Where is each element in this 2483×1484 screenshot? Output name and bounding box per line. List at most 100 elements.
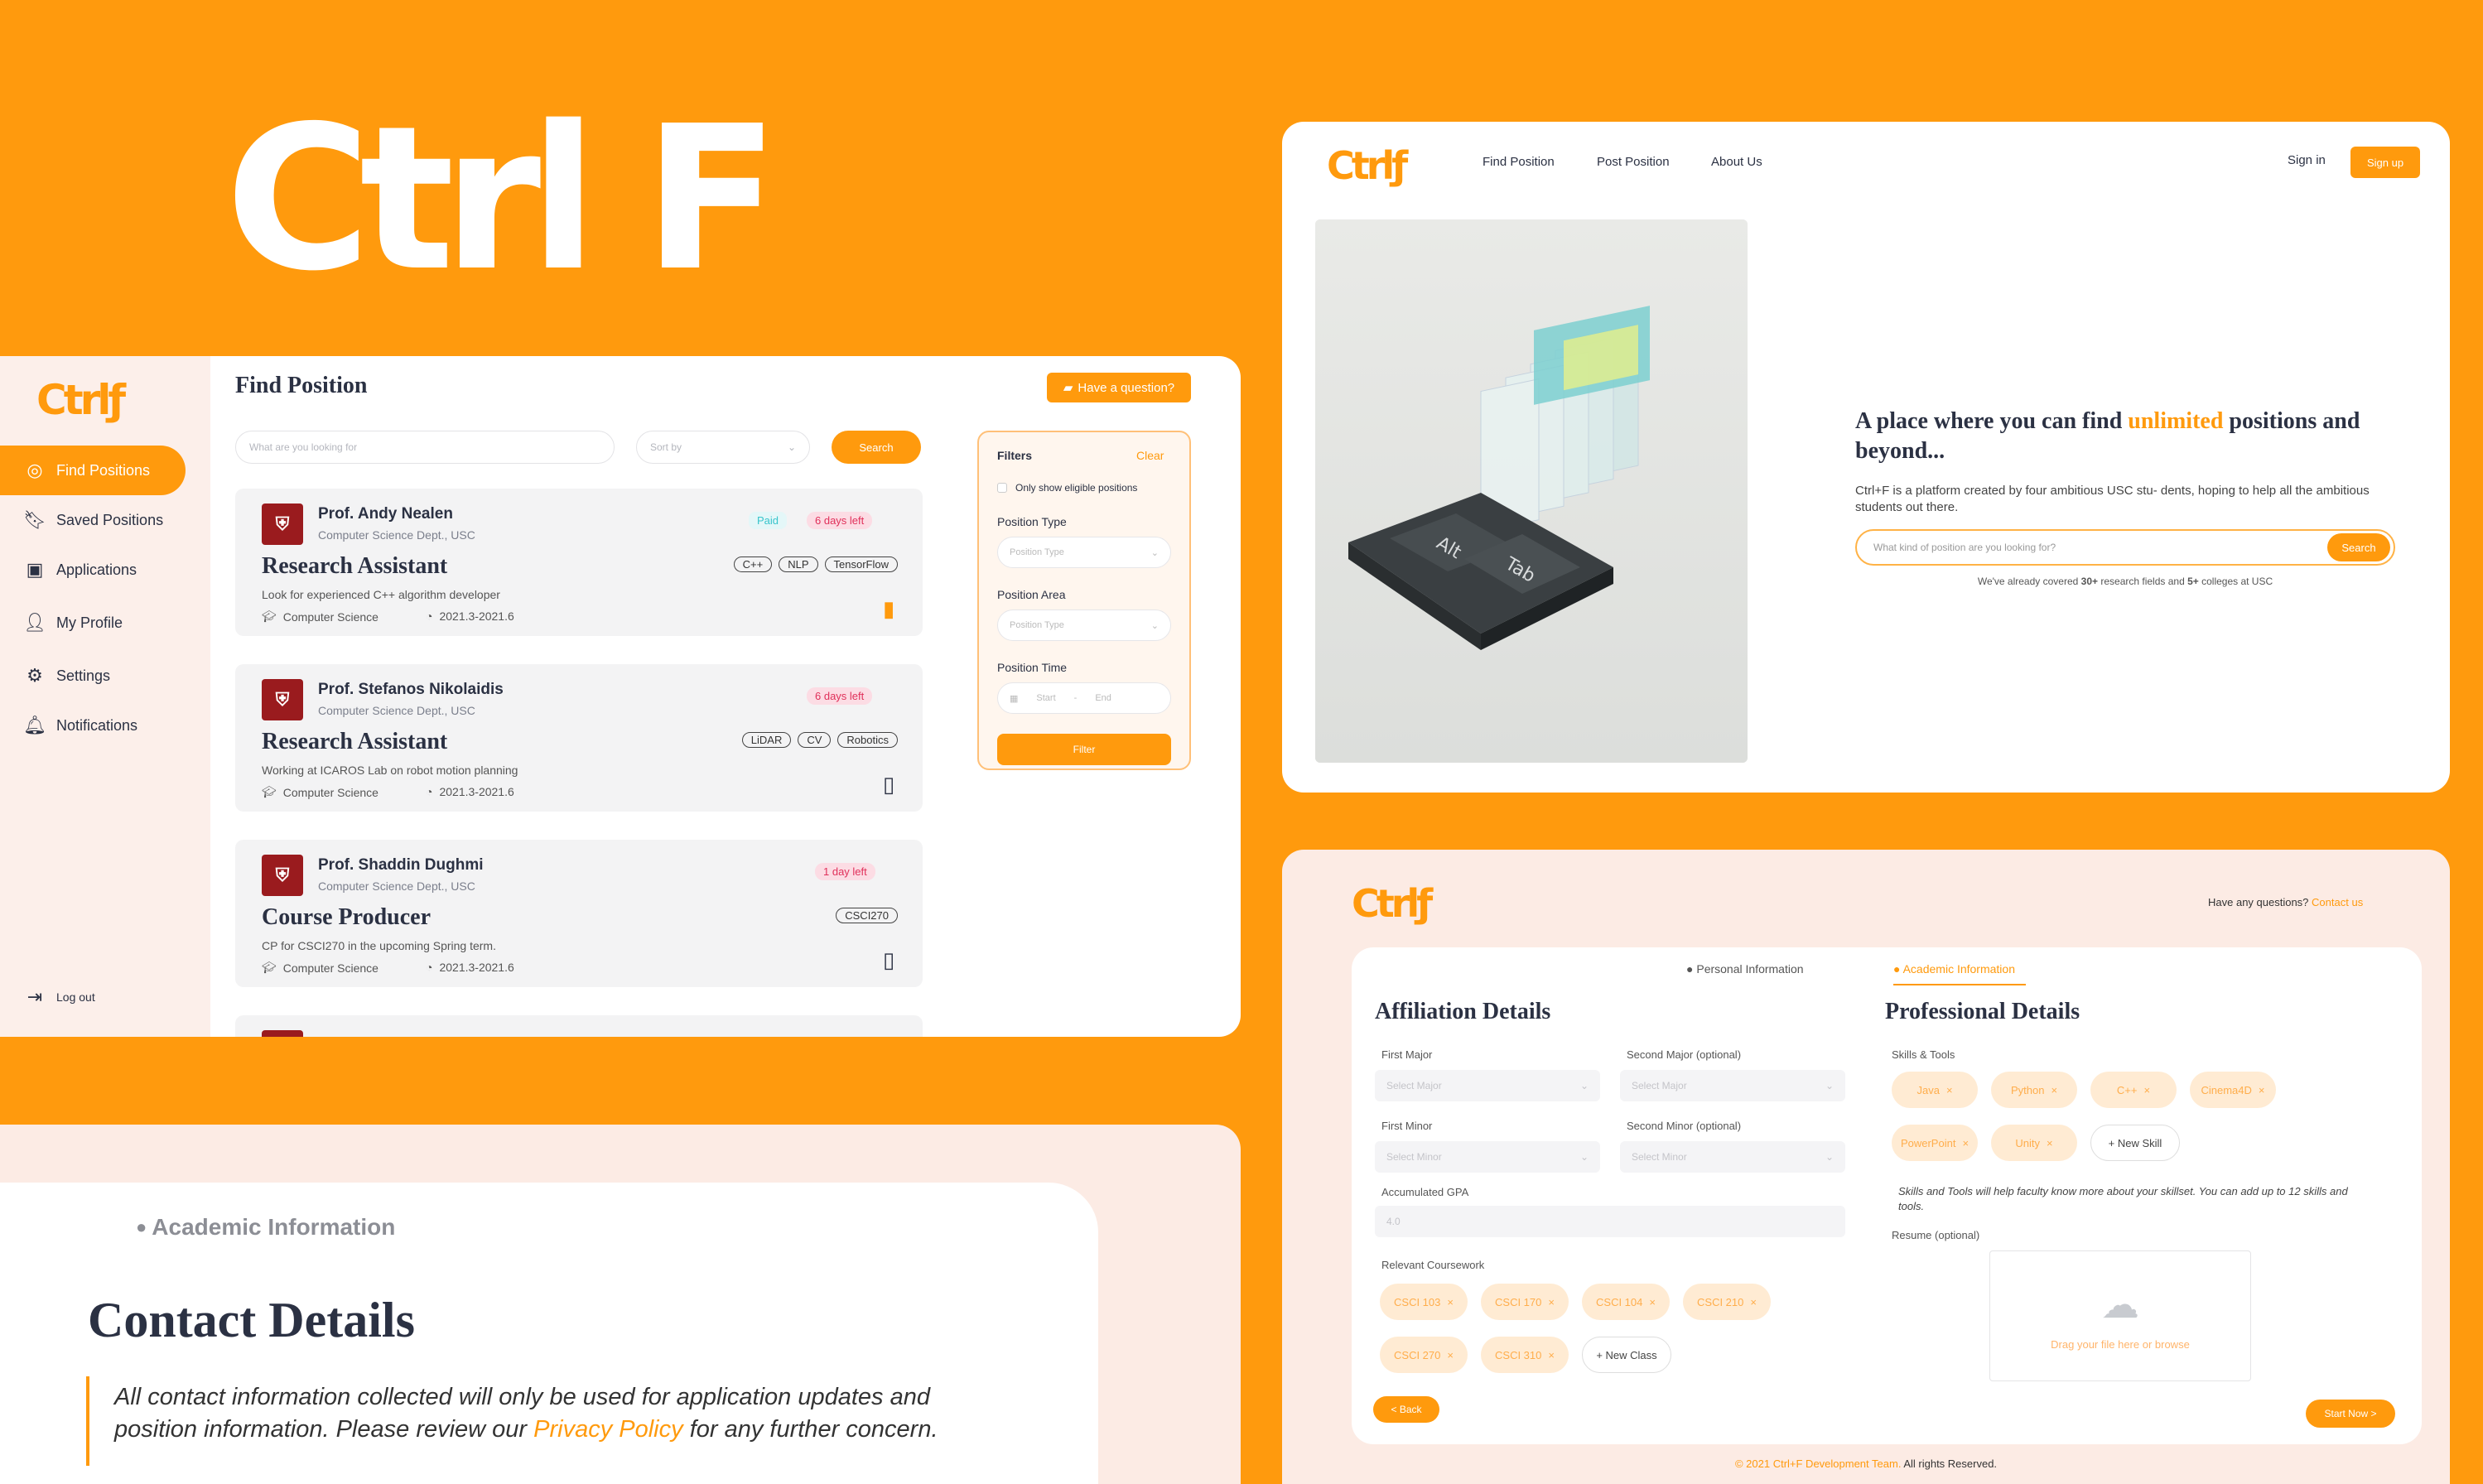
position-area-label: Position Area <box>997 588 1066 601</box>
landing-page: Ctrlƒ Find Position Post Position About … <box>1282 122 2450 793</box>
remove-icon[interactable]: × <box>1649 1296 1656 1308</box>
position-card[interactable]: ⛨ Prof. Andy Nealen Computer Science Dep… <box>235 489 923 636</box>
professor-name: Prof. Andy Nealen <box>318 505 453 523</box>
course-tag[interactable]: CSCI 170 × <box>1481 1284 1569 1320</box>
clear-filters-link[interactable]: Clear <box>1136 449 1164 462</box>
sign-in-link[interactable]: Sign in <box>2288 153 2326 167</box>
hero-logo: Ctrl F <box>225 83 779 315</box>
footer-team-link[interactable]: 2021 Ctrl+F Development Team. <box>1746 1458 1901 1470</box>
bookmark-outline-icon[interactable]: ▯ <box>883 773 898 795</box>
bell-icon: 🔔︎ <box>23 715 46 735</box>
course-tag[interactable]: CSCI 104 × <box>1582 1284 1670 1320</box>
second-minor-label: Second Minor (optional) <box>1627 1120 1742 1132</box>
deadline-badge: 6 days left <box>807 512 873 529</box>
logout-button[interactable]: ⇥ Log out <box>0 972 210 1022</box>
gpa-input[interactable]: 4.0 <box>1375 1206 1845 1237</box>
contact-us-link[interactable]: Contact us <box>2312 896 2363 908</box>
tab-personal-information[interactable]: ● Personal Information <box>1686 962 1804 976</box>
coverage-note-text: colleges at USC <box>2198 576 2273 587</box>
hero-search-input[interactable]: What kind of position are you looking fo… <box>1855 529 2395 566</box>
skill-tag[interactable]: Cinema4D × <box>2190 1072 2276 1108</box>
start-now-button[interactable]: Start Now > <box>2306 1400 2395 1428</box>
clock-icon: ◔ <box>426 961 433 974</box>
first-minor-select[interactable]: Select Minor ⌄ <box>1375 1141 1600 1173</box>
hero-heading: A place where you can find unlimited pos… <box>1855 407 2385 466</box>
eligible-checkbox[interactable]: Only show eligible positions <box>997 482 1137 494</box>
position-card[interactable]: ⛨ <box>235 1015 923 1037</box>
remove-icon[interactable]: × <box>2047 1137 2053 1149</box>
search-button[interactable]: Search <box>832 431 921 464</box>
have-a-question-button[interactable]: ▰ Have a question? <box>1047 373 1191 402</box>
skill-tag[interactable]: Unity × <box>1991 1125 2077 1161</box>
filter-button[interactable]: Filter <box>997 734 1171 765</box>
nav-about-us[interactable]: About Us <box>1711 155 1762 169</box>
sidebar-item-find-positions[interactable]: ◎ Find Positions <box>0 446 186 495</box>
second-major-select[interactable]: Select Major ⌄ <box>1620 1070 1845 1101</box>
gpa-label: Accumulated GPA <box>1381 1186 1469 1198</box>
sidebar-item-saved-positions[interactable]: 🔖︎ Saved Positions <box>0 495 210 545</box>
remove-icon[interactable]: × <box>1447 1349 1454 1361</box>
remove-icon[interactable]: × <box>2259 1084 2265 1096</box>
chat-icon: ▰ <box>1063 381 1073 395</box>
hero-search-button[interactable]: Search <box>2327 533 2390 561</box>
position-time-label: Position Time <box>997 661 1068 674</box>
nav-find-position[interactable]: Find Position <box>1483 155 1555 169</box>
department: Computer Science Dept., USC <box>318 704 475 717</box>
department: Computer Science Dept., USC <box>318 528 475 542</box>
deadline-badge: 1 day left <box>815 863 875 880</box>
sidebar-item-settings[interactable]: ⚙ Settings <box>0 651 210 701</box>
role-title: Course Producer <box>262 904 431 930</box>
deadline-badge: 6 days left <box>807 687 873 705</box>
contact-details-panel: ● Academic Information Contact Details A… <box>0 1125 1241 1484</box>
resume-label: Resume (optional) <box>1892 1229 1980 1241</box>
skill-tag[interactable]: PowerPoint × <box>1892 1125 1978 1161</box>
remove-icon[interactable]: × <box>1548 1349 1555 1361</box>
graduation-cap-icon: 🎓︎ <box>262 961 277 974</box>
nav-post-position[interactable]: Post Position <box>1597 155 1670 169</box>
remove-icon[interactable]: × <box>2051 1084 2057 1096</box>
position-area-select[interactable]: Position Type ⌄ <box>997 610 1171 641</box>
remove-icon[interactable]: × <box>1447 1296 1454 1308</box>
back-button[interactable]: < Back <box>1373 1396 1439 1423</box>
tab-academic-information[interactable]: ● Academic Information <box>1893 962 2026 985</box>
sidebar-item-my-profile[interactable]: 👤︎ My Profile <box>0 598 210 648</box>
first-major-select[interactable]: Select Major ⌄ <box>1375 1070 1600 1101</box>
course-tag[interactable]: CSCI 310 × <box>1481 1337 1569 1373</box>
bookmark-filled-icon[interactable]: ▮ <box>883 598 898 619</box>
tab-label: Academic Information <box>1902 962 2015 976</box>
course-tag[interactable]: CSCI 270 × <box>1380 1337 1468 1373</box>
bookmark-outline-icon[interactable]: ▯ <box>883 949 898 971</box>
professor-name: Prof. Shaddin Dughmi <box>318 856 484 874</box>
privacy-policy-link[interactable]: Privacy Policy <box>533 1416 683 1443</box>
filters-title: Filters <box>997 449 1033 462</box>
search-input[interactable]: What are you looking for <box>235 431 615 464</box>
sidebar-item-notifications[interactable]: 🔔︎ Notifications <box>0 701 210 750</box>
course-tag-label: CSCI 210 <box>1697 1295 1744 1308</box>
skill-tag[interactable]: Python × <box>1991 1072 2077 1108</box>
remove-icon[interactable]: × <box>1750 1296 1757 1308</box>
remove-icon[interactable]: × <box>1548 1296 1555 1308</box>
course-tag[interactable]: CSCI 103 × <box>1380 1284 1468 1320</box>
sort-select[interactable]: Sort by ⌄ <box>636 431 810 464</box>
clock-icon: ◔ <box>426 610 433 623</box>
date-separator: - <box>1073 693 1078 703</box>
date-range-input[interactable]: ▦ Start - End <box>997 682 1171 714</box>
sidebar-item-applications[interactable]: ▣ Applications <box>0 545 210 595</box>
second-minor-select[interactable]: Select Minor ⌄ <box>1620 1141 1845 1173</box>
skill-chip: C++ <box>733 556 773 572</box>
area-label: Computer Science <box>282 785 378 799</box>
position-card[interactable]: ⛨ Prof. Shaddin Dughmi Computer Science … <box>235 840 923 987</box>
remove-icon[interactable]: × <box>1962 1137 1969 1149</box>
sign-up-button[interactable]: Sign up <box>2350 147 2420 178</box>
position-type-select[interactable]: Position Type ⌄ <box>997 537 1171 568</box>
new-class-button[interactable]: + New Class <box>1582 1337 1671 1373</box>
resume-dropzone[interactable]: ☁ Drag your file here or browse <box>1989 1250 2251 1381</box>
chevron-down-icon: ⌄ <box>1579 1080 1589 1091</box>
remove-icon[interactable]: × <box>2143 1084 2150 1096</box>
new-skill-button[interactable]: + New Skill <box>2090 1125 2180 1161</box>
skill-tag[interactable]: Java × <box>1892 1072 1978 1108</box>
remove-icon[interactable]: × <box>1946 1084 1953 1096</box>
position-card[interactable]: ⛨ Prof. Stefanos Nikolaidis Computer Sci… <box>235 664 923 812</box>
skill-tag[interactable]: C++ × <box>2090 1072 2177 1108</box>
course-tag[interactable]: CSCI 210 × <box>1683 1284 1771 1320</box>
